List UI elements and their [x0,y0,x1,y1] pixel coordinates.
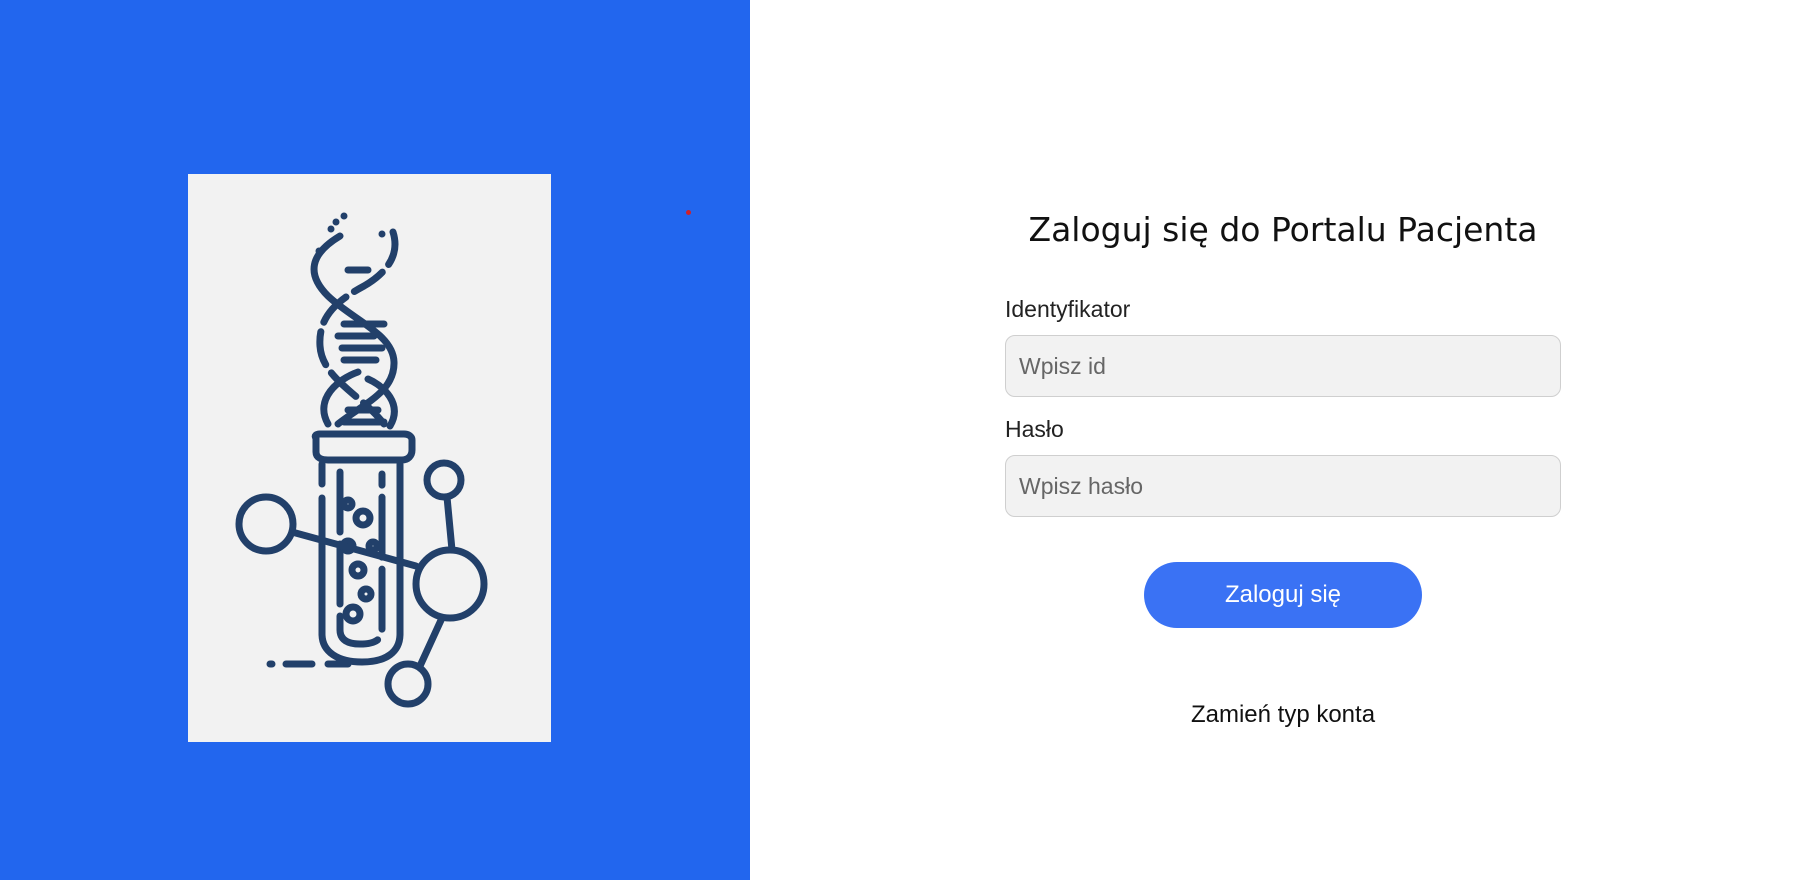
password-label: Hasło [1005,416,1064,442]
right-panel: Zaloguj się do Portalu Pacjenta Identyfi… [750,0,1813,880]
dna-test-tube-molecule-icon [235,212,488,708]
login-form: Zaloguj się do Portalu Pacjenta Identyfi… [1005,205,1561,731]
illustration-card [188,174,551,742]
page-title: Zaloguj się do Portalu Pacjenta [1028,210,1538,249]
login-page: Zaloguj się do Portalu Pacjenta Identyfi… [0,0,1813,880]
id-input[interactable] [1005,335,1561,397]
switch-account-type-link[interactable]: Zamień typ konta [1005,699,1561,731]
login-button[interactable]: Zaloguj się [1144,562,1422,628]
red-dot-marker [686,210,691,215]
left-panel [0,0,750,880]
password-input[interactable] [1005,455,1561,517]
id-label: Identyfikator [1005,296,1131,322]
